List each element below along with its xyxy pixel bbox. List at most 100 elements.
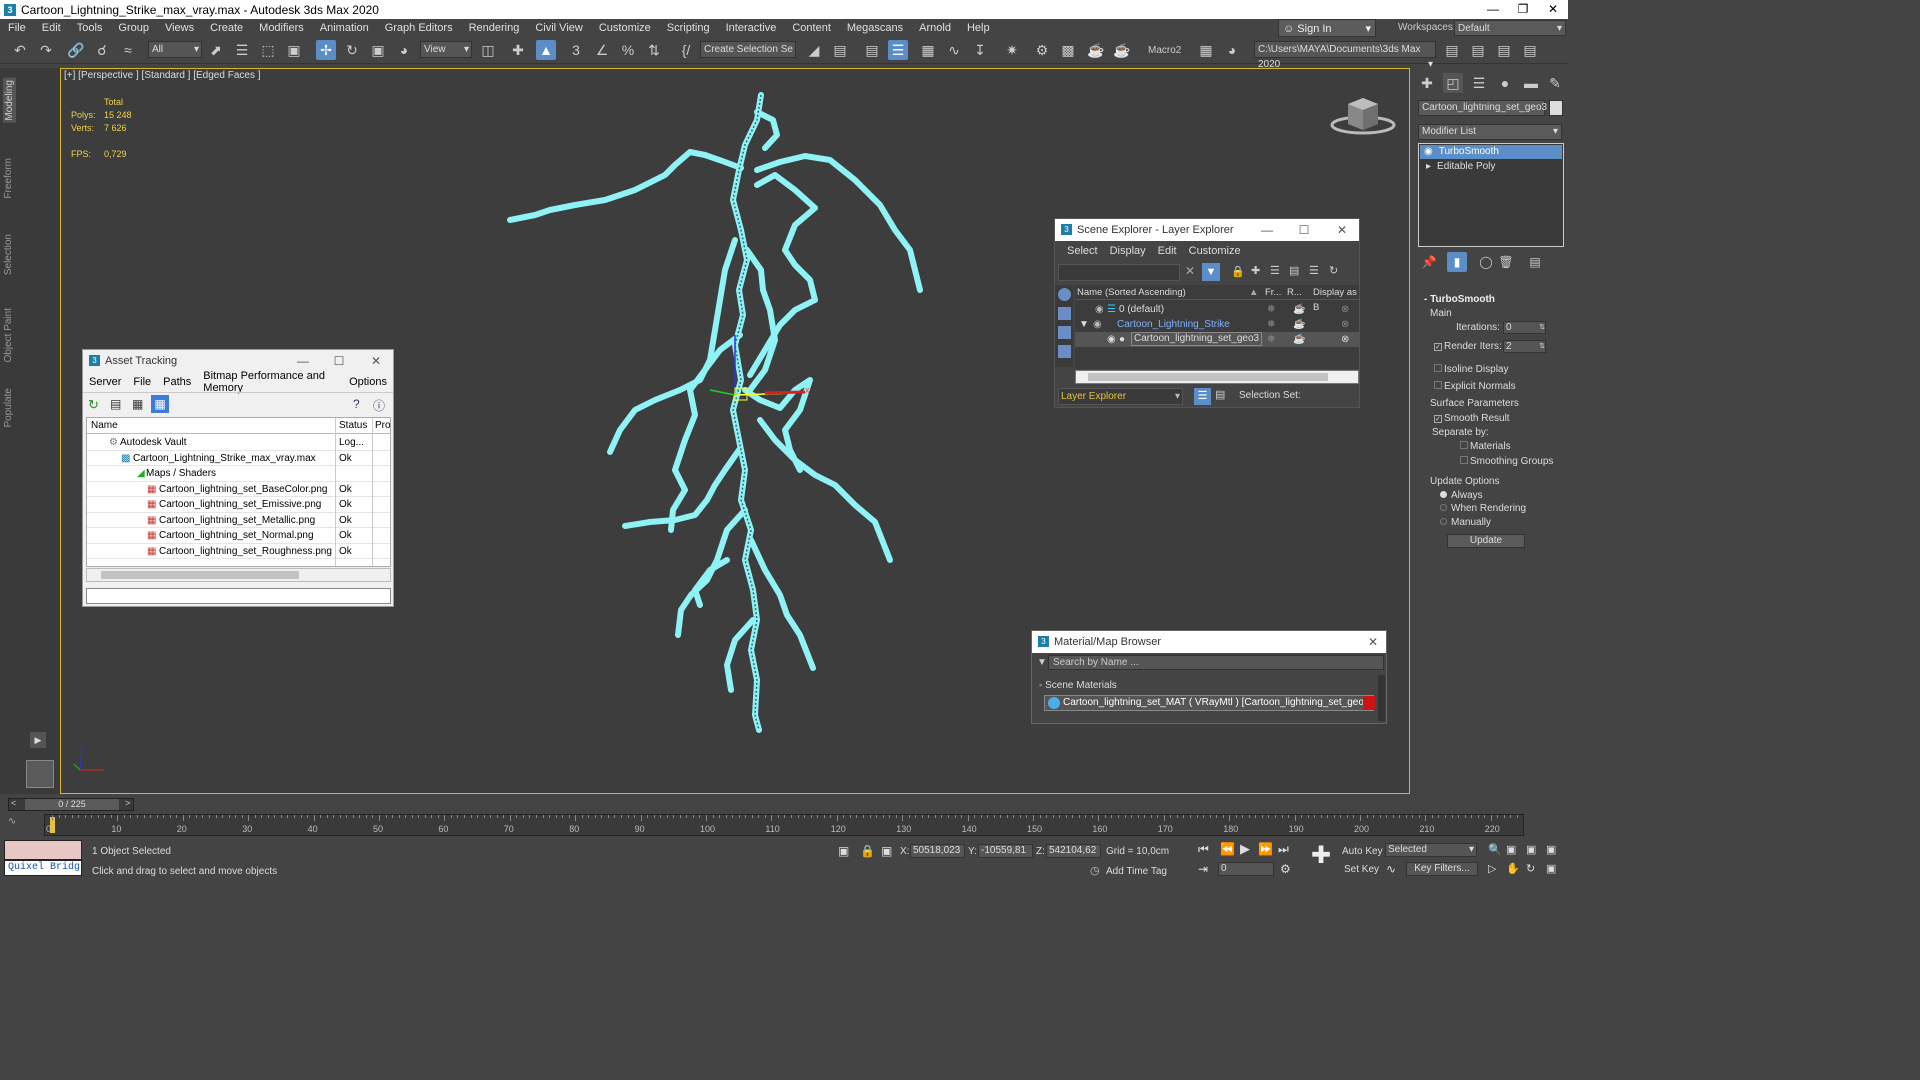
selection-filter-dropdown[interactable]: All ▾ xyxy=(148,41,202,58)
menu-arnold[interactable]: Arnold xyxy=(911,22,959,34)
set-key-big-icon[interactable]: ✚ xyxy=(1308,844,1334,870)
key-mode-icon[interactable]: ⇥ xyxy=(1198,862,1208,876)
scrollbar-thumb[interactable] xyxy=(1088,373,1328,381)
asset-row[interactable]: ▦ Cartoon_lightning_set_Metallic.png Ok xyxy=(87,513,390,528)
select-object-icon[interactable]: ⬈ xyxy=(206,40,226,60)
toggle-ribbon-icon[interactable]: ▦ xyxy=(918,40,938,60)
key-filters-button[interactable]: Key Filters... xyxy=(1406,862,1478,876)
viewcube-icon[interactable] xyxy=(1330,92,1396,137)
select-rotate-icon[interactable]: ↻ xyxy=(342,40,362,60)
isoline-row[interactable]: Isoline Display xyxy=(1434,364,1508,375)
track-bar[interactable]: 0 10 20 30 40 50 60 70 80 90 100 110 120 130 140 150 160… xyxy=(44,814,1524,836)
named-selection-icon[interactable]: {/ xyxy=(676,40,696,60)
add-time-tag[interactable]: Add Time Tag xyxy=(1106,866,1167,877)
curve-editor-toggle-icon[interactable]: ∿ xyxy=(8,816,40,836)
refresh-icon[interactable]: ↻ xyxy=(88,397,99,413)
object-name-field[interactable]: Cartoon_lightning_set_geo3 xyxy=(1418,100,1547,116)
zoom-extents-all-icon[interactable]: ▣ xyxy=(1546,843,1556,856)
render-iters-spinner[interactable]: 2 ⇅ xyxy=(1503,340,1546,353)
list-icon[interactable]: ▤ xyxy=(110,397,121,411)
add-layer-icon[interactable]: ✚ xyxy=(1251,264,1260,277)
slider-prev-icon[interactable]: < xyxy=(11,798,16,808)
ref-coord-dropdown[interactable]: View ▾ xyxy=(420,41,472,58)
viewport-label[interactable]: [+] [Perspective ] [Standard ] [Edged Fa… xyxy=(64,70,261,81)
manually-radio-row[interactable]: Manually xyxy=(1440,517,1491,528)
menu-rendering[interactable]: Rendering xyxy=(461,22,528,34)
hierarchy-tab-icon[interactable]: ☰ xyxy=(1469,73,1489,93)
modify-tab-icon[interactable]: ◰ xyxy=(1443,73,1463,93)
remove-modifier-icon[interactable]: 🗑 xyxy=(1496,252,1516,272)
time-tag-icon[interactable]: ◷ xyxy=(1090,864,1100,877)
restore-icon[interactable]: ❐ xyxy=(1508,0,1538,19)
menu-help[interactable]: Help xyxy=(959,22,998,34)
percent-snap-icon[interactable]: % xyxy=(618,40,638,60)
display-cameras-icon[interactable] xyxy=(1058,345,1071,358)
tab-freeform[interactable]: Freeform xyxy=(3,158,14,199)
horizontal-scrollbar[interactable] xyxy=(86,568,391,582)
turbosmooth-rollout-header[interactable]: - TurboSmooth xyxy=(1424,294,1495,305)
menu-modifiers[interactable]: Modifiers xyxy=(251,22,312,34)
minimize-icon[interactable]: — xyxy=(288,350,318,372)
asset-row[interactable]: ◢ Maps / Shaders xyxy=(87,466,390,482)
menu-select[interactable]: Select xyxy=(1061,245,1104,257)
display-box-icon[interactable]: ⊗ xyxy=(1341,302,1349,317)
project-folder-icon[interactable]: ▤ xyxy=(1442,40,1462,60)
toggle-layer-explorer-icon[interactable]: ☰ xyxy=(888,40,908,60)
settings-icon[interactable]: ▤ xyxy=(1520,40,1540,60)
mirror-icon[interactable]: ◢ xyxy=(804,40,824,60)
sign-in-button[interactable]: ☺ Sign In ▾ xyxy=(1278,19,1376,37)
menu-edit[interactable]: Edit xyxy=(34,22,69,34)
materials-row[interactable]: Materials xyxy=(1460,441,1511,452)
display-geometry-icon[interactable] xyxy=(1058,307,1071,320)
update-button[interactable]: Update xyxy=(1447,534,1525,548)
field-of-view-icon[interactable]: ▷ xyxy=(1488,862,1496,875)
snap-3d-icon[interactable]: 3 xyxy=(566,40,586,60)
tab-populate[interactable]: Populate xyxy=(3,388,14,427)
layer-stack-icon[interactable]: ☰ xyxy=(1309,264,1319,277)
layer-add-sel-icon[interactable]: ▤ xyxy=(1289,264,1299,277)
render-icon[interactable]: ☕ xyxy=(1293,302,1305,317)
redo-icon[interactable]: ↷ xyxy=(36,40,56,60)
manually-radio[interactable] xyxy=(1440,518,1447,525)
lock-icon[interactable]: 🔒 xyxy=(1231,265,1245,278)
expand-triangle-icon[interactable]: ▸ xyxy=(1426,161,1431,172)
link-icon[interactable]: 🔗 xyxy=(66,40,86,60)
menu-views[interactable]: Views xyxy=(157,22,202,34)
display-box-icon[interactable]: ⊗ xyxy=(1341,317,1349,332)
pivot-center-icon[interactable]: ◫ xyxy=(478,40,498,60)
render-iterative-icon[interactable]: ☕ xyxy=(1112,40,1132,60)
display-tab-icon[interactable]: ▬ xyxy=(1521,73,1541,93)
always-radio[interactable] xyxy=(1440,491,1447,498)
material-entry[interactable]: Cartoon_lightning_set_MAT ( VRayMtl ) [C… xyxy=(1044,695,1375,711)
lightning-mesh[interactable]: x xyxy=(495,90,935,740)
render-setup-icon[interactable]: ⚙ xyxy=(1032,40,1052,60)
maximize-icon[interactable]: ☐ xyxy=(324,350,354,372)
time-slider-frame[interactable]: 0 / 225 xyxy=(25,799,119,810)
window-crossing-icon[interactable]: ▣ xyxy=(284,40,304,60)
eye-icon[interactable]: ◉ xyxy=(1093,317,1102,332)
explicit-normals-row[interactable]: Explicit Normals xyxy=(1434,381,1516,392)
quixel-icon[interactable]: ◕ xyxy=(1222,40,1242,60)
asset-row[interactable]: ⚙ Autodesk Vault Log... xyxy=(87,435,390,451)
select-scale-icon[interactable]: ▣ xyxy=(368,40,388,60)
material-search-input[interactable]: Search by Name ... xyxy=(1048,655,1384,670)
render-production-icon[interactable]: ☕ xyxy=(1086,40,1106,60)
rendered-frame-icon[interactable]: ▩ xyxy=(1058,40,1078,60)
explicit-normals-checkbox[interactable] xyxy=(1434,381,1442,389)
scene-search-input[interactable] xyxy=(1058,264,1180,281)
filter-icon[interactable]: ▼ xyxy=(1202,263,1220,281)
col-render[interactable]: R... xyxy=(1287,285,1302,300)
workspace-dropdown[interactable]: Default ▾ xyxy=(1454,20,1566,36)
quixel-bridge-field[interactable]: Quixel Bridg xyxy=(4,860,82,876)
expand-triangle-icon[interactable]: ▼ xyxy=(1079,317,1089,332)
hierarchy-mode-icon[interactable]: ▤ xyxy=(1215,388,1225,401)
menu-scripting[interactable]: Scripting xyxy=(659,22,718,34)
set-key-button[interactable]: Set Key xyxy=(1344,864,1379,875)
close-icon[interactable]: ✕ xyxy=(1538,0,1568,19)
grid-icon[interactable]: ▦ xyxy=(1196,40,1216,60)
display-box-icon[interactable]: ⊗ xyxy=(1341,332,1349,347)
spinner-icon[interactable]: ⇅ xyxy=(1539,341,1545,352)
smoothing-groups-row[interactable]: Smoothing Groups xyxy=(1460,456,1553,467)
select-by-name-icon[interactable]: ☰ xyxy=(232,40,252,60)
menu-interactive[interactable]: Interactive xyxy=(718,22,785,34)
